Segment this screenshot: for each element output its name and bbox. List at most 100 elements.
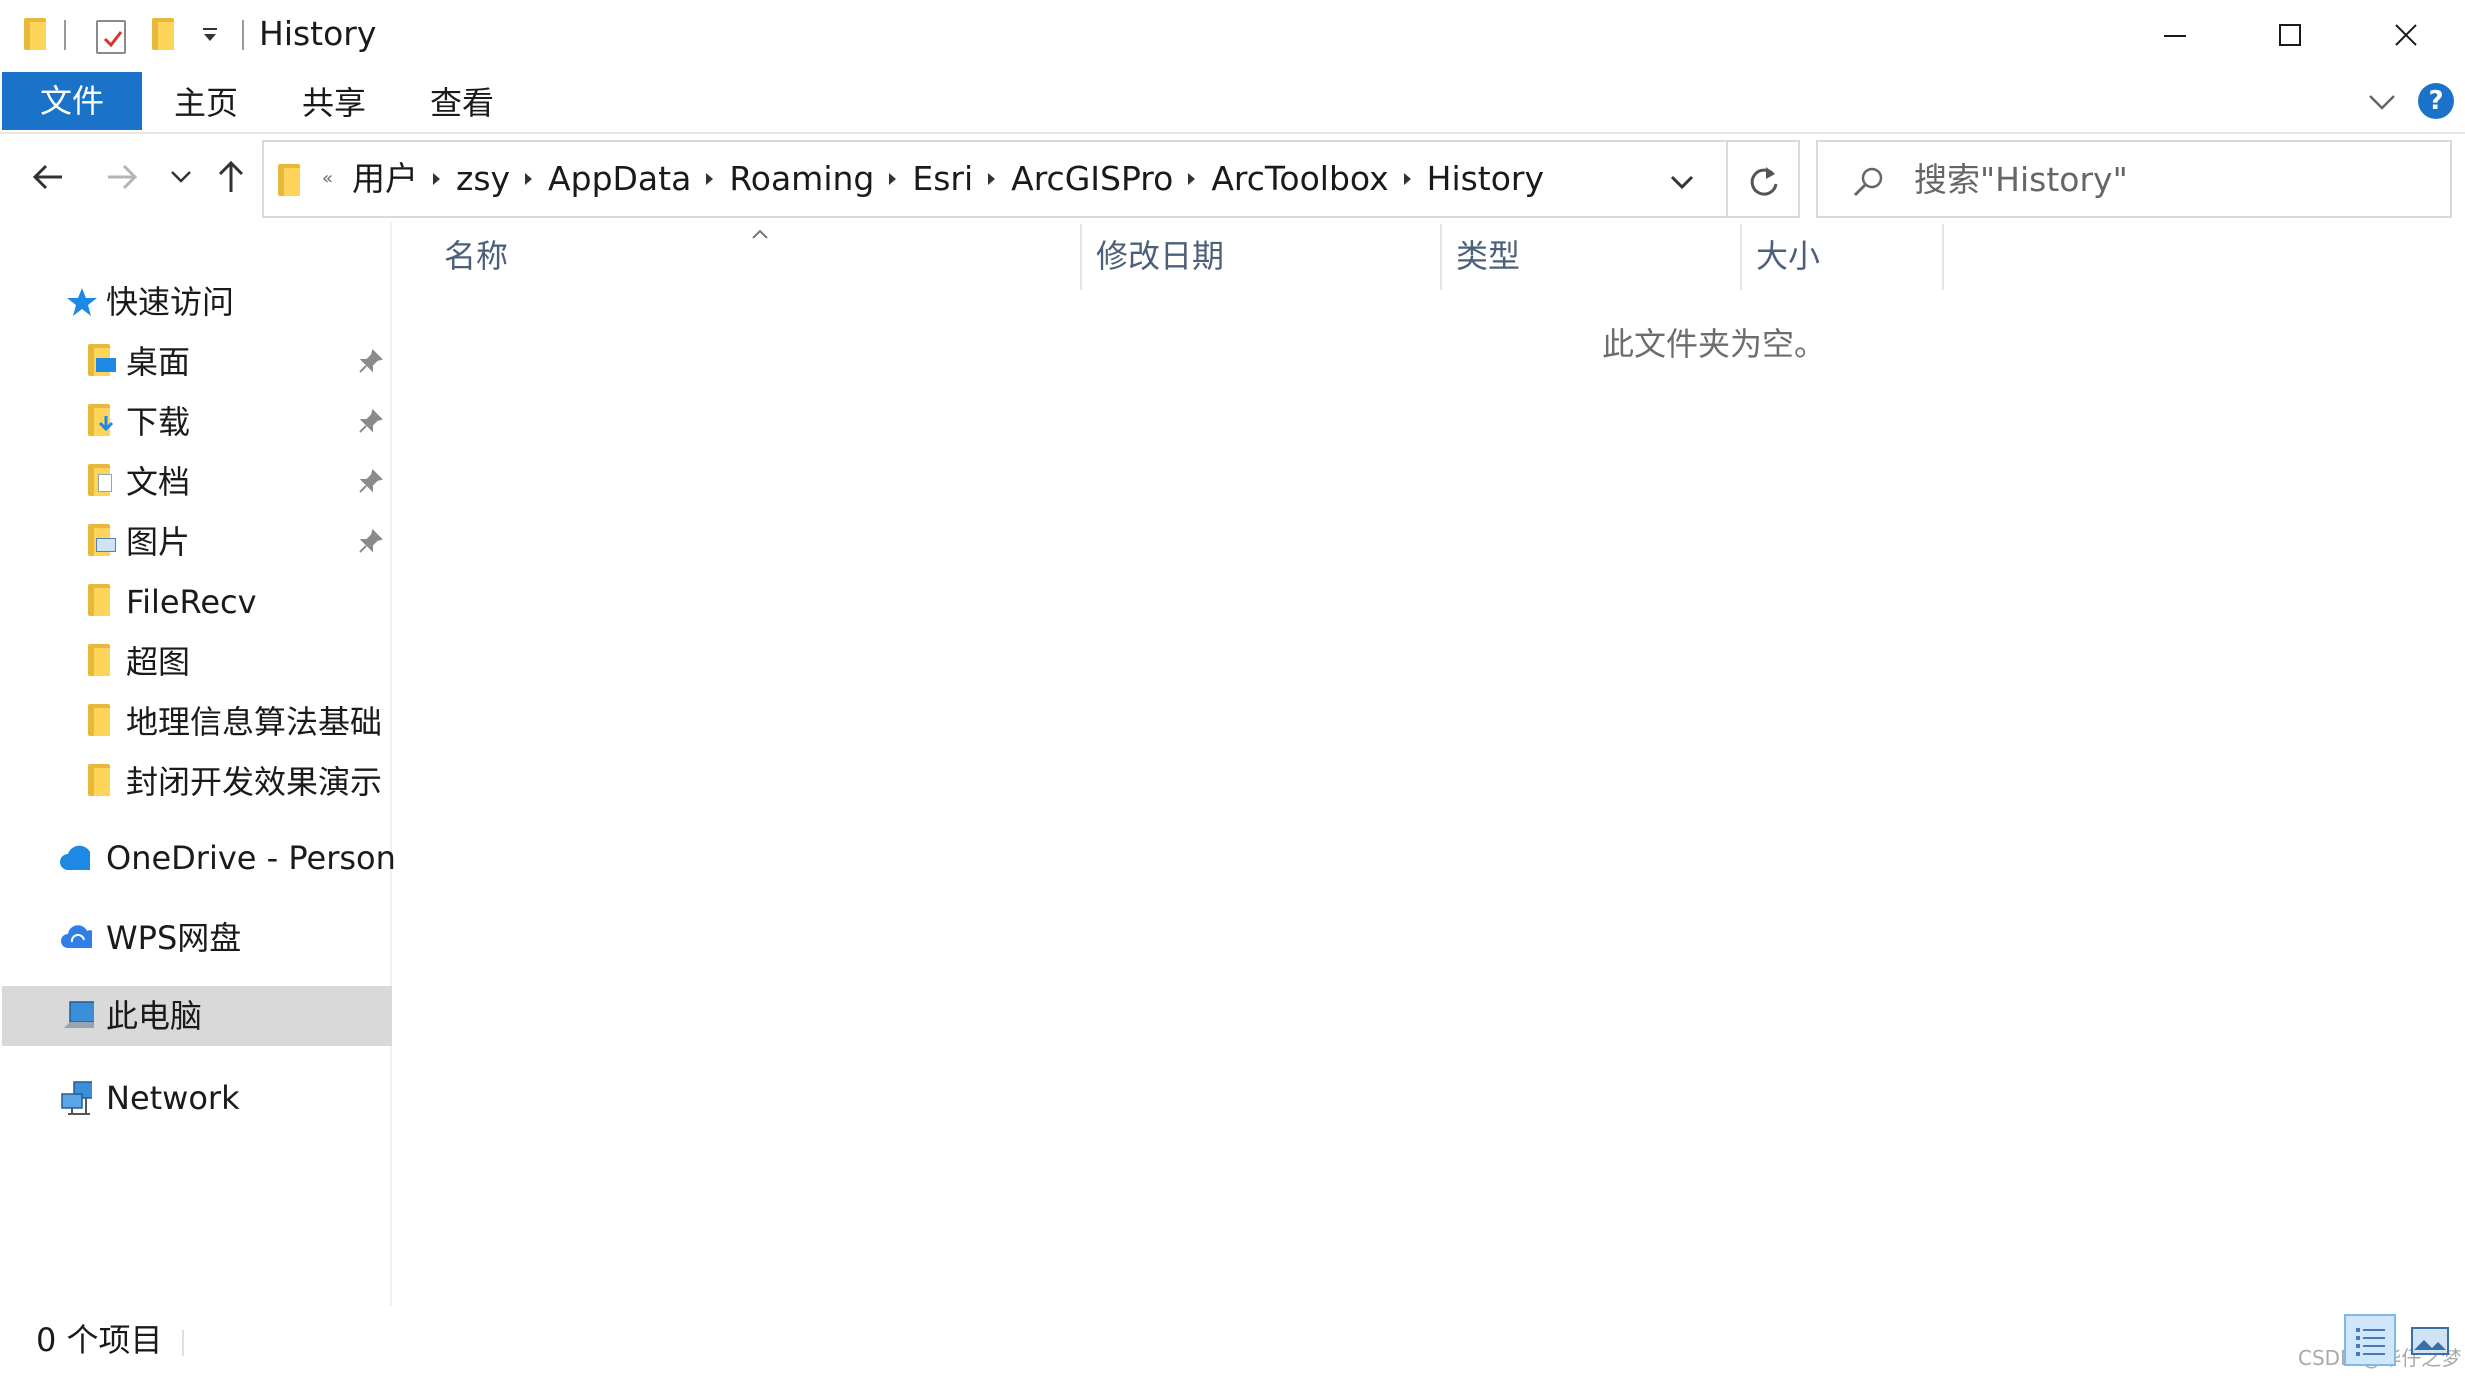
- sidebar-item-network[interactable]: Network: [0, 1070, 392, 1126]
- tab-file[interactable]: 文件: [2, 72, 142, 130]
- sidebar-item-desktop[interactable]: 桌面: [0, 334, 392, 390]
- new-folder-icon[interactable]: [152, 18, 174, 50]
- arrow-left-icon: [32, 164, 62, 190]
- sidebar-item-label: 封闭开发效果演示: [126, 763, 383, 801]
- breadcrumb-appdata[interactable]: AppData: [548, 142, 691, 216]
- computer-icon: [64, 1001, 94, 1028]
- search-icon: [1853, 167, 1883, 197]
- column-header-name[interactable]: 名称: [430, 222, 508, 290]
- chevron-right-icon[interactable]: [973, 142, 1011, 216]
- sidebar-item-closed-dev-demo[interactable]: 封闭开发效果演示: [0, 754, 392, 810]
- sidebar-item-label: Network: [106, 1079, 240, 1117]
- column-divider[interactable]: [1942, 224, 1944, 290]
- column-header-size[interactable]: 大小: [1742, 222, 1820, 290]
- chevron-right-icon[interactable]: [510, 142, 548, 216]
- large-icons-view-button[interactable]: [2404, 1314, 2456, 1366]
- details-view-button[interactable]: [2344, 1314, 2396, 1366]
- status-bar: 0 个项目 CSDN @华仔之梦: [0, 1306, 2465, 1376]
- up-button[interactable]: [206, 152, 256, 202]
- column-header-type[interactable]: 类型: [1442, 222, 1520, 290]
- folder-icon: [88, 584, 120, 620]
- sidebar-item-label: OneDrive - Personal: [106, 839, 425, 877]
- sidebar-item-label: 地理信息算法基础: [126, 703, 383, 741]
- sidebar-item-label: 桌面: [126, 343, 191, 381]
- sidebar-item-onedrive[interactable]: OneDrive - Personal: [0, 830, 424, 886]
- chevron-right-icon[interactable]: [874, 142, 912, 216]
- chevron-right-icon[interactable]: [1389, 142, 1427, 216]
- chevron-right-icon[interactable]: [418, 142, 456, 216]
- breadcrumb-users[interactable]: 用户: [352, 142, 418, 216]
- status-separator: [182, 1330, 184, 1356]
- forward-button[interactable]: [96, 152, 146, 202]
- sidebar-item-downloads[interactable]: 下载: [0, 394, 392, 450]
- navigation-pane: 快速访问 桌面 下载 文档 图片 FileRecv 超图 地理信息算法基础 封闭…: [0, 222, 424, 1306]
- back-button[interactable]: [26, 152, 76, 202]
- pictures-folder-icon: [88, 524, 120, 560]
- sidebar-item-filerecv[interactable]: FileRecv: [0, 574, 392, 630]
- chevron-right-icon[interactable]: [691, 142, 729, 216]
- details-view-icon: [2356, 1328, 2385, 1356]
- help-button[interactable]: ?: [2418, 83, 2454, 119]
- close-button[interactable]: [2348, 0, 2464, 70]
- address-overflow-icon[interactable]: «: [322, 168, 333, 189]
- breadcrumb-arcgispro[interactable]: ArcGISPro: [1011, 142, 1173, 216]
- minimize-button[interactable]: [2116, 0, 2232, 70]
- breadcrumb: 用户 zsy AppData Roaming Esri ArcGISPro Ar…: [352, 142, 1544, 216]
- pin-icon[interactable]: [356, 408, 384, 436]
- folder-icon: [88, 704, 120, 740]
- column-headers: 名称 修改日期 类型 大小: [396, 222, 1944, 290]
- chevron-right-icon[interactable]: [1173, 142, 1211, 216]
- tab-view[interactable]: 查看: [430, 72, 494, 130]
- title-separator: [242, 20, 244, 50]
- close-icon: [2395, 24, 2417, 46]
- maximize-icon: [2279, 24, 2301, 46]
- address-history-button[interactable]: [1662, 162, 1702, 202]
- documents-folder-icon: [88, 464, 120, 500]
- network-icon: [61, 1081, 92, 1115]
- address-bar[interactable]: « 用户 zsy AppData Roaming Esri ArcGISPro …: [262, 140, 1728, 218]
- sidebar-item-this-pc[interactable]: 此电脑: [2, 986, 392, 1046]
- sidebar-item-pictures[interactable]: 图片: [0, 514, 392, 570]
- sidebar-item-documents[interactable]: 文档: [0, 454, 392, 510]
- arrow-up-icon: [218, 160, 244, 192]
- folder-icon: [278, 164, 300, 196]
- maximize-button[interactable]: [2232, 0, 2348, 70]
- cloud-icon: [60, 845, 90, 870]
- star-icon: [67, 288, 97, 316]
- chevron-down-icon: [171, 171, 191, 183]
- refresh-icon: [1750, 167, 1778, 196]
- expand-ribbon-icon[interactable]: [2364, 84, 2400, 120]
- window-title: History: [259, 14, 377, 53]
- title-bar: History: [0, 0, 2465, 70]
- properties-icon[interactable]: [96, 20, 126, 54]
- search-input[interactable]: [1914, 142, 2434, 216]
- sidebar-item-geo-algorithms[interactable]: 地理信息算法基础: [0, 694, 392, 750]
- refresh-button[interactable]: [1728, 140, 1800, 218]
- pin-icon[interactable]: [356, 348, 384, 376]
- sidebar-item-label: 超图: [126, 643, 191, 681]
- folder-icon: [24, 18, 46, 50]
- breadcrumb-arctoolbox[interactable]: ArcToolbox: [1211, 142, 1388, 216]
- breadcrumb-history[interactable]: History: [1427, 142, 1544, 216]
- file-list[interactable]: 名称 修改日期 类型 大小 此文件夹为空。: [396, 222, 2465, 1306]
- breadcrumb-roaming[interactable]: Roaming: [729, 142, 874, 216]
- sidebar-item-label: 快速访问: [106, 283, 235, 321]
- pin-icon[interactable]: [356, 468, 384, 496]
- sidebar-item-label: 文档: [126, 463, 191, 501]
- sidebar-item-label: 此电脑: [106, 997, 203, 1035]
- tab-share[interactable]: 共享: [302, 72, 366, 130]
- pin-icon[interactable]: [356, 528, 384, 556]
- customize-quick-access-icon[interactable]: [200, 26, 220, 46]
- column-header-date-modified[interactable]: 修改日期: [1082, 222, 1224, 290]
- sidebar-item-chaotu[interactable]: 超图: [0, 634, 392, 690]
- breadcrumb-esri[interactable]: Esri: [912, 142, 973, 216]
- tab-home[interactable]: 主页: [174, 72, 238, 130]
- search-box[interactable]: [1816, 140, 2452, 218]
- sidebar-item-label: 图片: [126, 523, 191, 561]
- breadcrumb-zsy[interactable]: zsy: [456, 142, 510, 216]
- recent-locations-button[interactable]: [156, 152, 206, 202]
- ribbon: 文件 主页 共享 查看 ?: [0, 70, 2465, 134]
- folder-icon: [88, 644, 120, 680]
- sidebar-item-quick-access[interactable]: 快速访问: [0, 274, 392, 330]
- sidebar-item-wps[interactable]: WPS网盘: [0, 910, 392, 966]
